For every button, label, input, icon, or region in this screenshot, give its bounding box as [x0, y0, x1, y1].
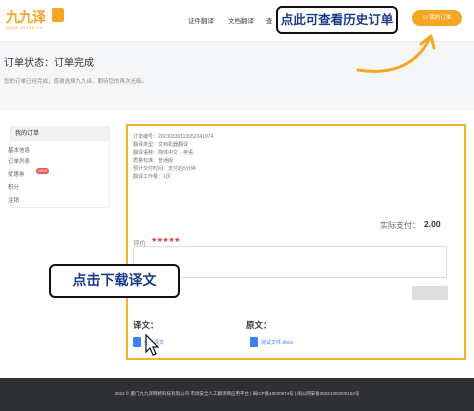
translation-heading: 译文：: [133, 320, 159, 330]
callout-view-history-orders: 点此可查看历史订单: [276, 6, 398, 34]
order-status-message: 您的订单已经完成，感谢选择九九译，期待您的再次光临。: [4, 79, 148, 85]
sidebar-item-basic-info[interactable]: 基本信息: [8, 146, 30, 154]
sidebar-item-order-list[interactable]: 订单列表: [8, 157, 30, 165]
payment-label: 实际支付：: [380, 221, 420, 230]
logo-text: 九九译: [6, 10, 46, 26]
submit-review-button[interactable]: [412, 286, 448, 300]
translation-type: 翻译类型：文档机器翻译: [133, 142, 189, 148]
quality-standard: 质量标准：普通版: [133, 158, 174, 164]
original-heading: 原文：: [246, 320, 272, 330]
workload: 翻译工作量：1页: [133, 174, 171, 180]
logo-badge-icon: [52, 8, 64, 22]
footer-copyright: 2022 © 厦门九九译网络科技有限公司-市场安全人工翻译网应用平台 | 闽IC…: [114, 391, 360, 396]
order-status-title: 订单状态：订单完成: [4, 58, 94, 69]
translation-file-icon[interactable]: [133, 337, 141, 347]
sidebar-item-coupons[interactable]: 优惠券: [8, 170, 25, 178]
nav-certificate-translation[interactable]: 证件翻译: [188, 15, 214, 25]
order-number: 订单编号：20230330113652341974: [133, 134, 214, 140]
site-logo[interactable]: 九九译 WWW.99YEE.CN: [6, 7, 64, 35]
payment-value: 2.00: [424, 219, 441, 229]
translation-download-link[interactable]: 英文译文: [144, 339, 164, 346]
sidebar-item-points[interactable]: 积分: [8, 183, 19, 191]
logo-subtext: WWW.99YEE.CN: [6, 25, 44, 30]
nav-document-translation[interactable]: 文档翻译: [228, 15, 254, 25]
account-sidebar: 我的订单: [10, 126, 110, 208]
coupon-new-badge: NEW: [36, 168, 50, 174]
translation-language: 翻译语种：简体中文→英语: [133, 150, 194, 156]
callout-download-translation: 点击下载译文: [49, 264, 180, 298]
original-file-link[interactable]: 测试文件.docx: [261, 339, 293, 346]
original-file-icon[interactable]: [250, 337, 258, 347]
rating-stars[interactable]: ★★★★★: [151, 236, 180, 244]
site-footer: 2022 © 厦门九九译网络科技有限公司-市场安全人工翻译网应用平台 | 闽IC…: [0, 378, 474, 411]
nav-check[interactable]: 查: [266, 15, 273, 25]
top-header: 九九译 WWW.99YEE.CN 证件翻译 文档翻译 查 ⚇ 我的订单: [0, 0, 474, 42]
status-band: [0, 42, 474, 110]
my-orders-label: 我的订单: [429, 15, 452, 21]
review-textarea[interactable]: [133, 246, 447, 278]
sidebar-item-logout[interactable]: 注销: [8, 196, 19, 204]
delivery-time: 预计交付时间：支付后5分钟: [133, 166, 196, 172]
sidebar-heading: 我的订单: [11, 127, 109, 141]
my-orders-button[interactable]: ⚇ 我的订单: [412, 10, 462, 26]
